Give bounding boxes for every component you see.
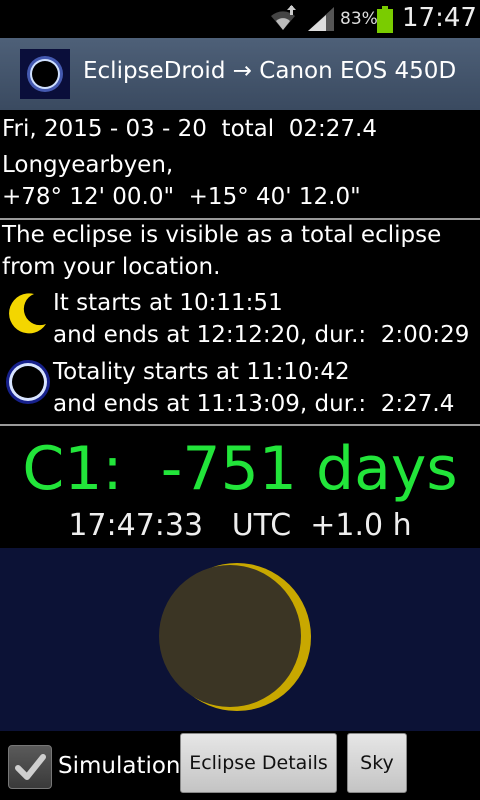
eclipse-details-button[interactable]: Eclipse Details — [180, 733, 337, 793]
location-coordinates: +78° 12' 00.0" +15° 40' 12.0" — [2, 184, 361, 210]
battery-percent: 83% — [340, 9, 378, 29]
event-date-line: Fri, 2015 - 03 - 20 total 02:27.4 — [2, 116, 377, 142]
wifi-icon — [271, 5, 296, 30]
current-time-utc: 17:47:33 UTC +1.0 h — [68, 508, 412, 543]
eclipse-simulation-view[interactable] — [0, 548, 480, 731]
contact-countdown: C1: -751 days — [22, 434, 458, 504]
checkmark-icon — [15, 754, 46, 780]
visibility-text-2: from your location. — [2, 254, 221, 280]
crescent-moon-icon — [9, 293, 47, 334]
simulation-checkbox[interactable] — [8, 745, 52, 789]
status-time: 17:47 — [402, 3, 477, 33]
moon-disc — [159, 565, 301, 707]
partial-start-time: It starts at 10:11:51 — [53, 290, 283, 316]
divider — [0, 218, 480, 220]
eclipse-app-icon — [20, 49, 70, 99]
partial-end-time: and ends at 12:12:20, dur.: 2:00:29 — [53, 322, 470, 348]
divider — [0, 424, 480, 426]
eclipse-simulation-graphic — [159, 563, 311, 711]
visibility-text-1: The eclipse is visible as a total eclips… — [2, 222, 442, 248]
total-eclipse-icon — [6, 360, 50, 404]
title-bar: EclipseDroid → Canon EOS 450D — [0, 38, 480, 110]
bottom-controls: Simulation Eclipse Details Sky — [0, 731, 480, 800]
signal-icon — [308, 7, 334, 31]
simulation-label[interactable]: Simulation — [58, 753, 181, 779]
battery-icon — [377, 6, 393, 33]
location-name: Longyearbyen, — [2, 152, 174, 178]
app-title: EclipseDroid → Canon EOS 450D — [83, 58, 457, 84]
totality-start-time: Totality starts at 11:10:42 — [53, 359, 350, 385]
totality-end-time: and ends at 11:13:09, dur.: 2:27.4 — [53, 391, 455, 417]
sky-button[interactable]: Sky — [347, 733, 407, 793]
status-bar: 83% 17:47 — [0, 0, 480, 38]
